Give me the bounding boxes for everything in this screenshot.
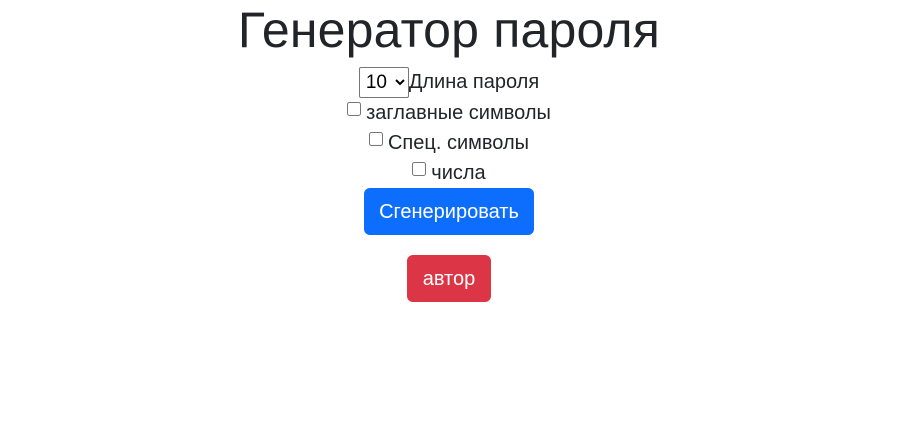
password-length-select[interactable]: 10 (358, 66, 409, 98)
uppercase-label: заглавные символы (366, 102, 551, 124)
numbers-option-row: числа (0, 158, 898, 188)
password-generator-page: Генератор пароля 10 Длина пароля заглавн… (0, 0, 898, 437)
special-chars-label: Спец. символы (387, 132, 529, 154)
special-chars-option-row: Спец. символы (0, 128, 898, 158)
numbers-checkbox[interactable] (412, 162, 427, 176)
password-length-label: Длина пароля (408, 71, 540, 93)
numbers-label: числа (431, 162, 486, 184)
password-length-row: 10 Длина пароля (0, 66, 898, 98)
special-chars-checkbox[interactable] (368, 132, 383, 146)
page-title: Генератор пароля (237, 2, 661, 58)
author-button-wrap: автор (0, 235, 898, 302)
generate-button-wrap: Сгенерировать (0, 188, 898, 235)
generate-button[interactable]: Сгенерировать (364, 188, 534, 235)
uppercase-checkbox[interactable] (347, 102, 362, 116)
author-button[interactable]: автор (407, 255, 491, 302)
uppercase-option-row: заглавные символы (0, 98, 898, 128)
